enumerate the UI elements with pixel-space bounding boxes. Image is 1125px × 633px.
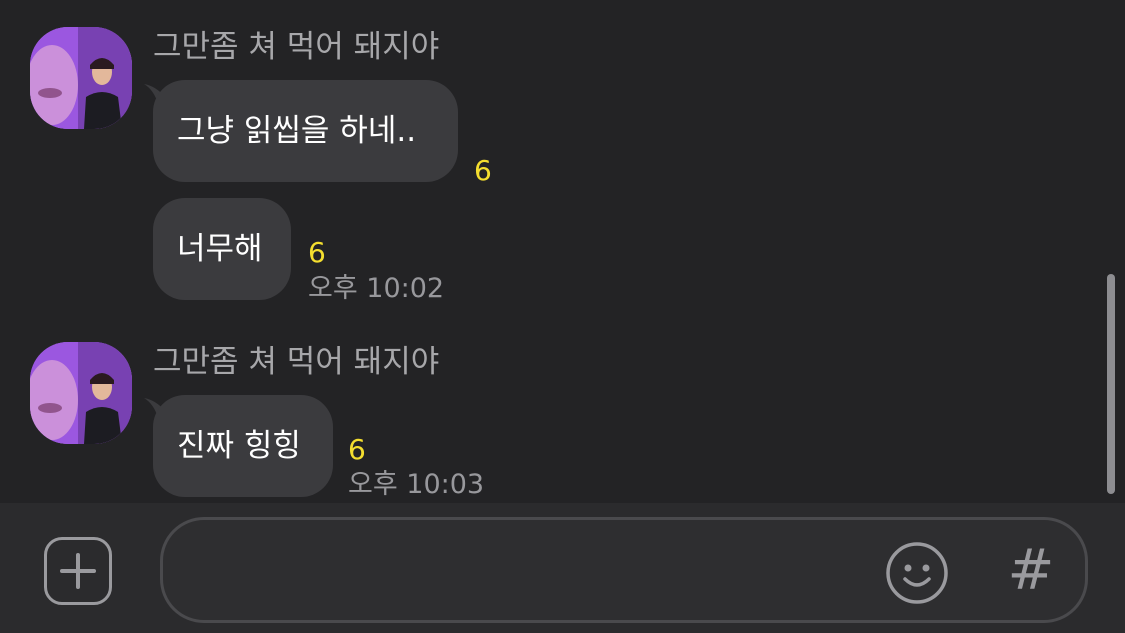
message-text: 그냥 읽씹을 하네.. xyxy=(177,113,417,149)
unread-count: 6 xyxy=(308,236,326,269)
sender-avatar[interactable] xyxy=(30,342,132,444)
message-text: 진짜 힝힝 xyxy=(177,428,301,464)
sender-name: 그만좀 쳐 먹어 돼지야 xyxy=(153,344,440,380)
scrollbar[interactable] xyxy=(1107,274,1115,494)
message-bubble[interactable]: 진짜 힝힝 xyxy=(153,395,333,497)
add-attachment-button[interactable] xyxy=(44,537,112,605)
chat-area[interactable]: 그만좀 쳐 먹어 돼지야 그냥 읽씹을 하네.. 6 너무해 6 오후 10:0… xyxy=(0,0,1125,503)
message-input-box[interactable]: # xyxy=(160,517,1088,623)
message-bubble[interactable]: 너무해 xyxy=(153,198,291,300)
profile-photo-icon xyxy=(30,27,132,129)
message-composer: # xyxy=(0,503,1125,633)
message-text: 너무해 xyxy=(177,231,263,267)
message-time: 오후 10:03 xyxy=(348,469,485,500)
unread-count: 6 xyxy=(474,154,492,187)
message-input[interactable] xyxy=(193,540,877,602)
profile-photo-icon xyxy=(30,342,132,444)
sender-avatar[interactable] xyxy=(30,27,132,129)
hashtag-button[interactable]: # xyxy=(1007,538,1055,604)
message-time: 오후 10:02 xyxy=(308,273,445,304)
sender-name: 그만좀 쳐 먹어 돼지야 xyxy=(153,29,440,65)
unread-count: 6 xyxy=(348,433,366,466)
smiley-icon[interactable] xyxy=(885,541,949,605)
message-bubble[interactable]: 그냥 읽씹을 하네.. xyxy=(153,80,458,182)
